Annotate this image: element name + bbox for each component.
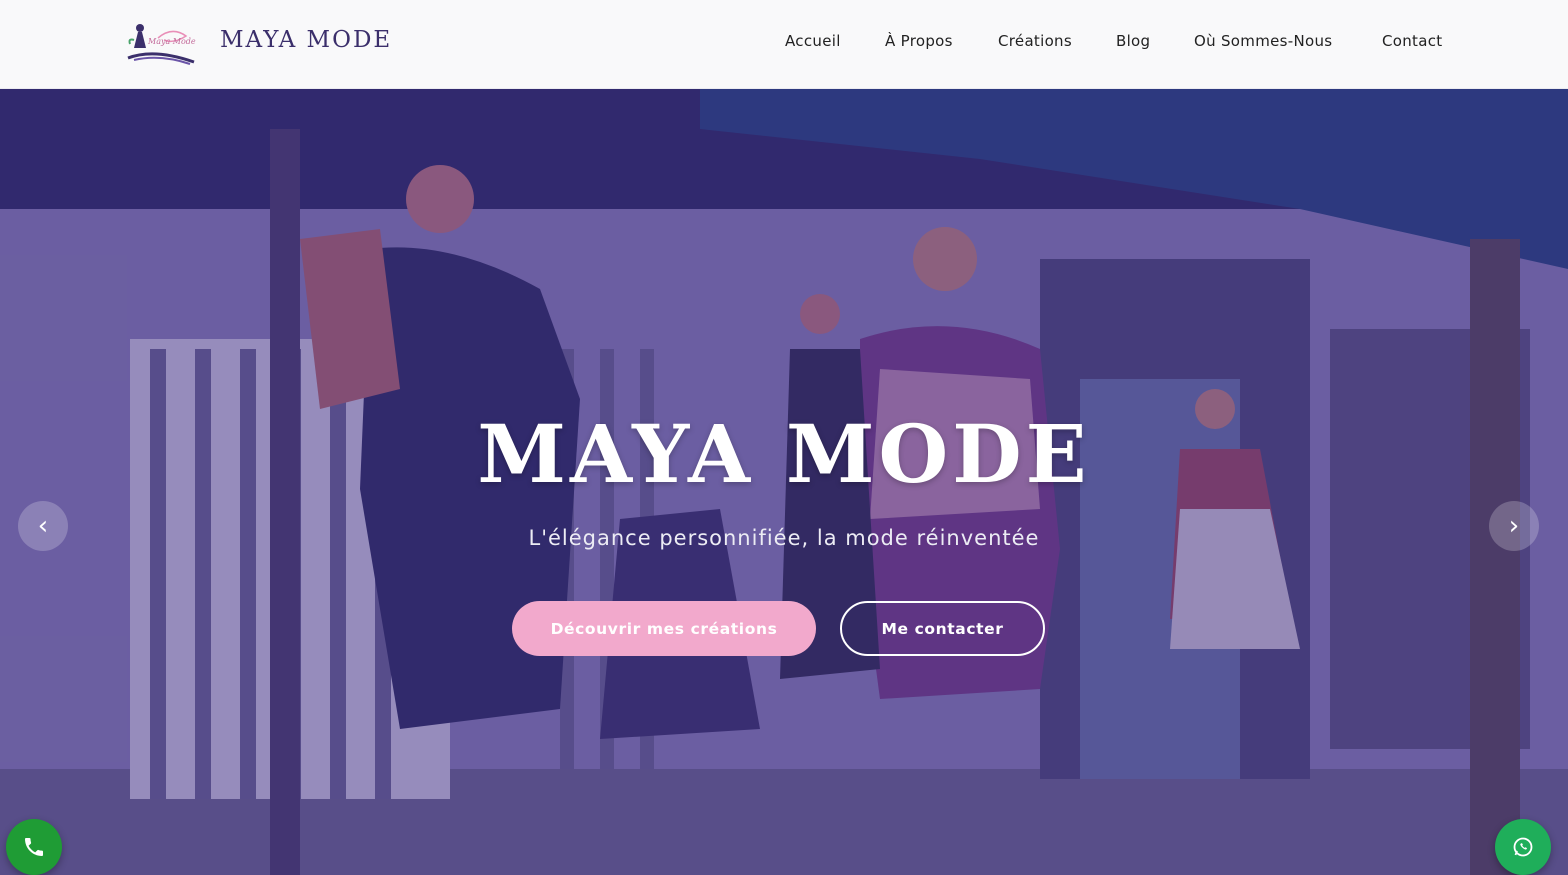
nav-contact[interactable]: Contact bbox=[1382, 32, 1442, 50]
nav-accueil[interactable]: Accueil bbox=[785, 32, 841, 50]
whatsapp-button[interactable] bbox=[1495, 819, 1551, 875]
nav-ou-sommes-nous[interactable]: Où Sommes-Nous bbox=[1194, 32, 1332, 50]
hero-subtitle: L'élégance personnifiée, la mode réinven… bbox=[528, 526, 1040, 550]
discover-creations-button[interactable]: Découvrir mes créations bbox=[512, 601, 816, 656]
hero-title: MAYA MODE bbox=[477, 407, 1091, 501]
contact-me-button[interactable]: Me contacter bbox=[840, 601, 1045, 656]
chevron-right-icon: › bbox=[1508, 511, 1520, 541]
nav-creations[interactable]: Créations bbox=[998, 32, 1072, 50]
phone-icon bbox=[25, 838, 43, 856]
hero-slider: MAYA MODE L'élégance personnifiée, la mo… bbox=[0, 89, 1568, 875]
chevron-left-icon: ‹ bbox=[37, 511, 49, 541]
brand-name[interactable]: MAYA MODE bbox=[220, 27, 392, 53]
site-header: Maya Mode MAYA MODE Accueil À Propos Cré… bbox=[0, 0, 1568, 89]
nav-a-propos[interactable]: À Propos bbox=[885, 32, 953, 50]
call-button[interactable] bbox=[6, 819, 62, 875]
logo-icon[interactable]: Maya Mode bbox=[124, 18, 198, 66]
slider-prev-button[interactable]: ‹ bbox=[18, 501, 68, 551]
svg-text:Maya Mode: Maya Mode bbox=[147, 37, 196, 46]
slider-next-button[interactable]: › bbox=[1489, 501, 1539, 551]
nav-blog[interactable]: Blog bbox=[1116, 32, 1150, 50]
whatsapp-icon bbox=[1513, 837, 1533, 857]
